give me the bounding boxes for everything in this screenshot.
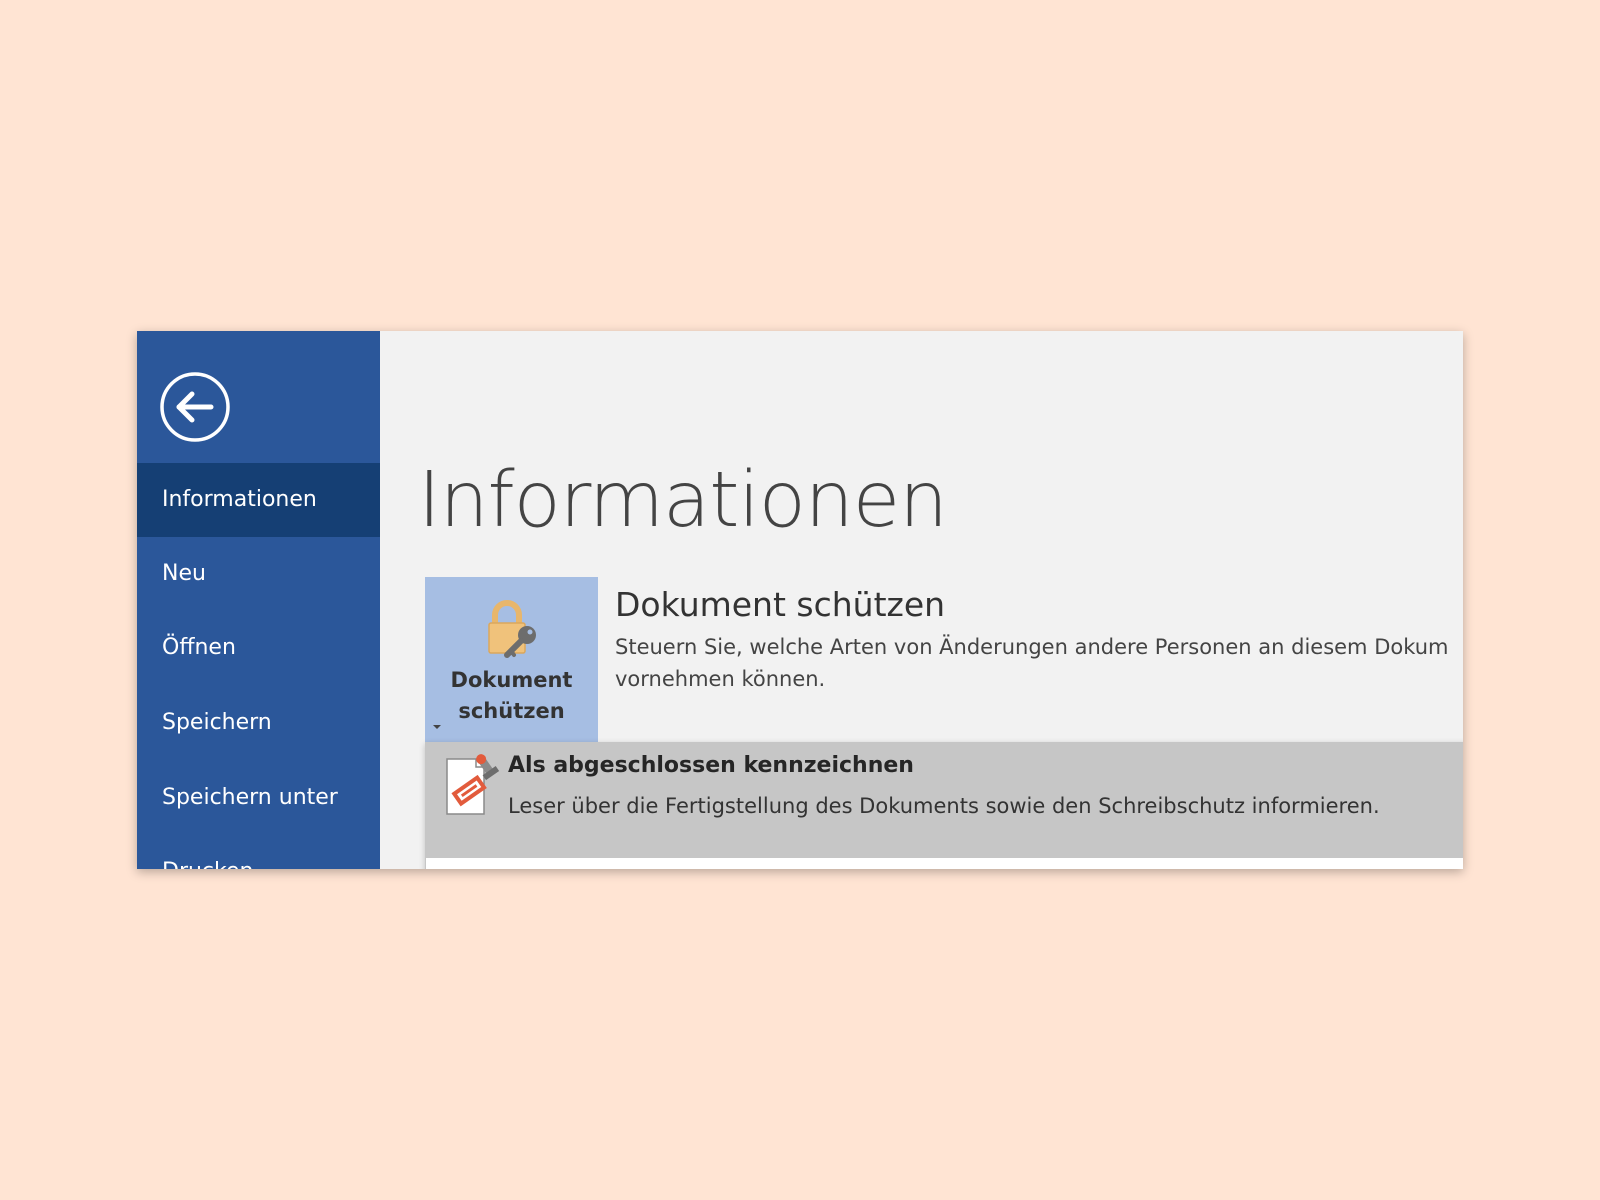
sidebar-item-drucken[interactable]: Drucken: [137, 835, 380, 869]
menu-item-mark-as-final[interactable]: Als abgeschlossen kennzeichnen Leser übe…: [426, 743, 1463, 858]
mark-as-final-stamp-icon: [446, 754, 500, 815]
sidebar-item-oeffnen[interactable]: Öffnen: [137, 611, 380, 685]
menu-item-title: Als abgeschlossen kennzeichnen: [508, 753, 914, 778]
sidebar-item-informationen[interactable]: Informationen: [137, 463, 380, 537]
sidebar-item-neu[interactable]: Neu: [137, 537, 380, 611]
back-button[interactable]: [159, 371, 231, 443]
protect-button-label-line1: Dokument: [450, 668, 573, 692]
section-description: Steuern Sie, welche Arten von Änderungen…: [615, 631, 1463, 695]
backstage-window: Informationen Neu Öffnen Speichern Speic…: [137, 331, 1463, 869]
chevron-down-icon: [433, 725, 441, 729]
back-arrow-icon: [160, 372, 230, 442]
menu-item-description: Leser über die Fertigstellung des Dokume…: [508, 794, 1380, 818]
backstage-sidebar: Informationen Neu Öffnen Speichern Speic…: [137, 331, 380, 869]
sidebar-item-speichern[interactable]: Speichern: [137, 686, 380, 760]
protect-dropdown-menu: Als abgeschlossen kennzeichnen Leser übe…: [425, 742, 1463, 869]
protect-document-button[interactable]: Dokument schützen: [425, 577, 598, 749]
section-description-line1: Steuern Sie, welche Arten von Änderungen…: [615, 635, 1449, 659]
sidebar-item-speichern-unter[interactable]: Speichern unter: [137, 761, 380, 835]
lock-key-icon: [488, 600, 536, 658]
section-description-line2: vornehmen können.: [615, 667, 826, 691]
protect-button-label-line2: schützen: [458, 699, 565, 723]
section-heading: Dokument schützen: [615, 585, 946, 624]
page-title: Informationen: [418, 456, 948, 545]
